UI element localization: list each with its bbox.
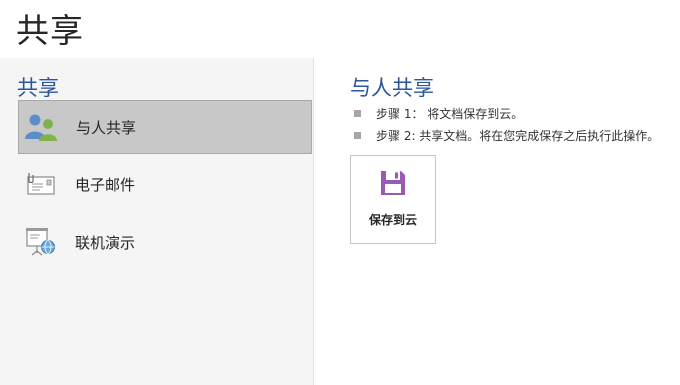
section-title: 共享 [17, 76, 59, 100]
email-icon [22, 166, 58, 202]
save-to-cloud-button[interactable]: 保存到云 [350, 155, 436, 244]
nav-item-online-presentation[interactable]: 联机演示 [18, 215, 312, 269]
step-item: 步骤 1： 将文档保存到云。 [354, 105, 523, 122]
right-title: 与人共享 [350, 76, 434, 100]
nav-item-share-with-people[interactable]: 与人共享 [18, 100, 312, 154]
step-text: 步骤 1： 将文档保存到云。 [376, 107, 524, 121]
nav-item-label: 联机演示 [75, 233, 136, 252]
bullet-icon [354, 110, 361, 117]
nav-item-label: 与人共享 [76, 118, 137, 137]
nav-item-email[interactable]: 电子邮件 [18, 157, 312, 211]
bullet-icon [354, 132, 361, 139]
save-icon [379, 169, 407, 201]
people-icon [23, 109, 59, 145]
step-item: 步骤 2: 共享文档。将在您完成保存之后执行此操作。 [354, 127, 659, 144]
online-presentation-icon [22, 224, 58, 260]
save-button-label: 保存到云 [368, 213, 417, 227]
step-text: 步骤 2: 共享文档。将在您完成保存之后执行此操作。 [376, 129, 660, 143]
page-title: 共享 [16, 11, 84, 50]
nav-item-label: 电子邮件 [75, 175, 136, 194]
